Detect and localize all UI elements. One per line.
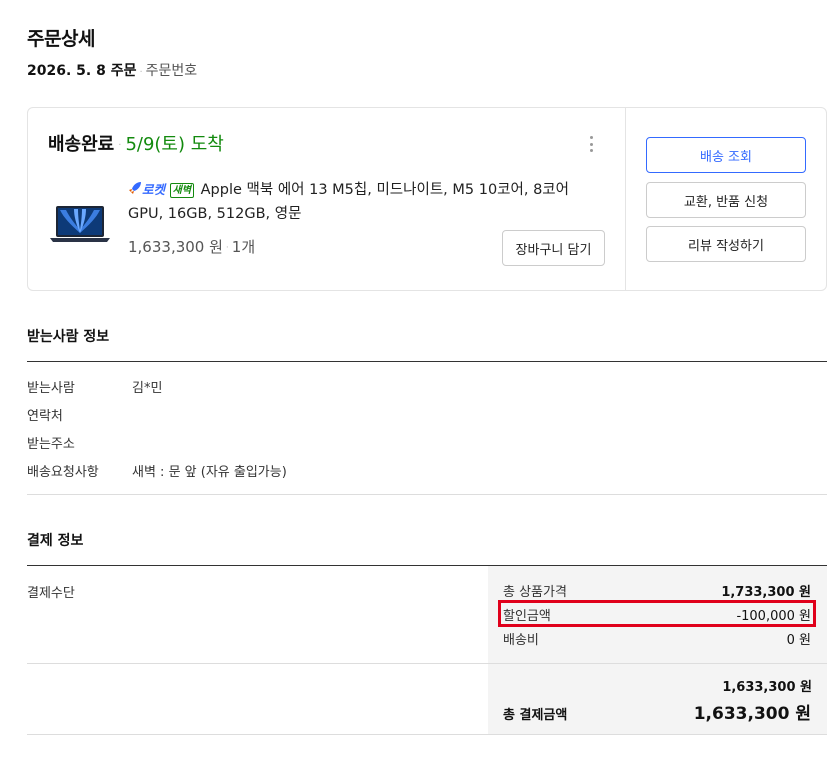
row-label: 총 상품가격	[503, 585, 567, 600]
rocket-icon	[129, 182, 141, 194]
rocket-label: 로켓	[142, 182, 166, 197]
row-value: 새벽 : 문 앞 (자유 출입가능)	[132, 465, 287, 480]
row-label: 배송요청사항	[27, 465, 99, 480]
payment-total: 1,633,300 원 총 결제금액 1,633,300 원	[488, 664, 827, 734]
add-to-cart-button[interactable]: 장바구니 담기	[502, 230, 605, 266]
subtotal-value: 1,633,300 원	[722, 680, 812, 695]
write-review-button[interactable]: 리뷰 작성하기	[646, 226, 806, 262]
arrival-date: 5/9(토) 도착	[125, 134, 224, 155]
divider	[27, 361, 827, 362]
dawn-delivery-badge: 새벽	[169, 183, 195, 198]
separator-dot: ·	[139, 67, 143, 78]
total-label: 총 결제금액	[503, 708, 568, 723]
recipient-row: 받는주소	[27, 433, 132, 452]
row-label: 배송비	[503, 633, 539, 648]
row-value: 1,733,300 원	[721, 585, 811, 600]
page-title: 주문상세	[27, 28, 95, 50]
more-vertical-icon[interactable]	[584, 134, 598, 154]
total-row: 총 결제금액 1,633,300 원	[503, 699, 811, 724]
laptop-thumbnail[interactable]	[50, 204, 110, 244]
payment-section-title: 결제 정보	[27, 533, 84, 549]
order-date: 2026. 5. 8 주문	[27, 63, 137, 79]
divider	[27, 494, 827, 495]
order-item-main: 배송완료 · 5/9(토) 도착 로켓 새벽 Apple 맥북 에어 13 M5칩,…	[28, 108, 626, 290]
payment-row: 배송비 0 원	[503, 629, 811, 648]
order-item-card: 배송완료 · 5/9(토) 도착 로켓 새벽 Apple 맥북 에어 13 M5칩,…	[27, 107, 827, 291]
order-meta: 2026. 5. 8 주문 · 주문번호	[27, 60, 197, 80]
separator-dot: ·	[118, 139, 122, 151]
price-quantity: 1,633,300 원 · 1개	[128, 236, 255, 257]
payment-method-label: 결제수단	[27, 586, 75, 601]
recipient-section-title: 받는사람 정보	[27, 329, 110, 345]
product-title-text: Apple 맥북 에어 13 M5칩, 미드나이트, M5 10코어, 8코어 …	[128, 182, 569, 222]
discount-highlight-box	[498, 600, 816, 627]
divider	[27, 734, 827, 735]
item-quantity: 1개	[231, 238, 256, 256]
payment-row: 총 상품가격 1,733,300 원	[503, 581, 811, 600]
total-amount: 1,633,300 원	[693, 704, 811, 724]
separator-dot: ·	[225, 242, 229, 253]
row-label: 받는사람	[27, 381, 75, 396]
row-label: 연락처	[27, 409, 63, 424]
delivery-status: 배송완료 · 5/9(토) 도착	[48, 130, 224, 156]
track-delivery-button[interactable]: 배송 조회	[646, 137, 806, 173]
row-label: 받는주소	[27, 437, 75, 452]
product-name[interactable]: 로켓 새벽 Apple 맥북 에어 13 M5칩, 미드나이트, M5 10코어…	[128, 178, 608, 226]
recipient-row: 연락처	[27, 405, 132, 424]
item-price: 1,633,300 원	[128, 238, 223, 256]
row-value: 김*민	[132, 381, 163, 396]
row-value: 0 원	[786, 633, 811, 648]
recipient-row: 배송요청사항 새벽 : 문 앞 (자유 출입가능)	[27, 461, 287, 480]
status-label: 배송완료	[48, 134, 115, 155]
recipient-row: 받는사람 김*민	[27, 377, 162, 396]
order-number-label: 주문번호	[145, 63, 198, 79]
exchange-return-button[interactable]: 교환, 반품 신청	[646, 182, 806, 218]
